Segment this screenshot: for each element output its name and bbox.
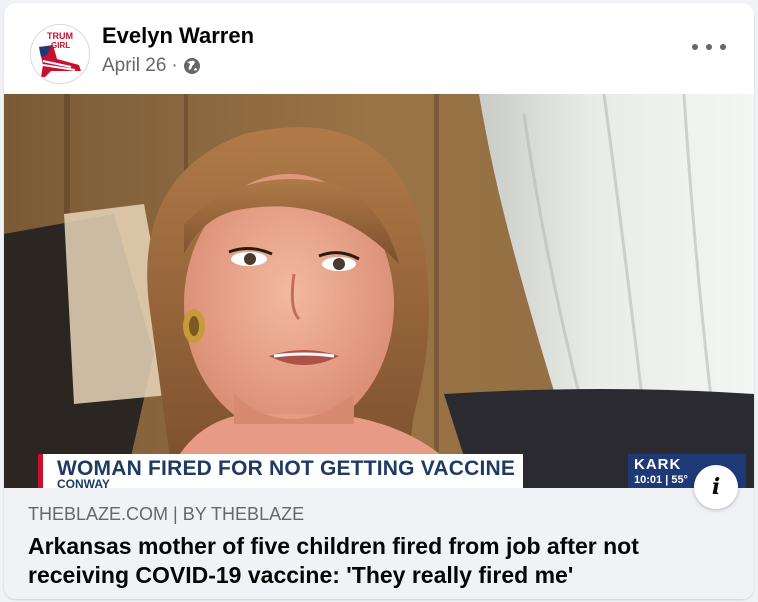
news-headline: WOMAN FIRED FOR NOT GETTING VACCINE [57, 457, 516, 480]
avatar-logo-icon: TRUM GIRL [31, 25, 89, 83]
post-header: TRUM GIRL Evelyn Warren April 26 · [4, 3, 754, 91]
link-title[interactable]: Arkansas mother of five children fired f… [28, 532, 728, 590]
video-thumbnail[interactable] [4, 94, 754, 488]
link-preview[interactable]: THEBLAZE.COM | BY THEBLAZE Arkansas moth… [4, 488, 754, 599]
post-meta: April 26 · [102, 55, 201, 77]
info-icon[interactable]: i [694, 465, 738, 509]
meta-separator: · [171, 55, 178, 76]
more-options-icon[interactable] [692, 37, 726, 57]
post-date[interactable]: April 26 [102, 55, 166, 77]
news-frame-image [4, 94, 754, 488]
avatar[interactable]: TRUM GIRL [30, 24, 90, 84]
author-name[interactable]: Evelyn Warren [102, 23, 254, 49]
news-lower-third: WOMAN FIRED FOR NOT GETTING VACCINE CONW… [38, 454, 523, 491]
station-name: KARK [634, 456, 682, 473]
globe-icon [183, 57, 201, 75]
link-source: THEBLAZE.COM | BY THEBLAZE [28, 504, 305, 524]
station-time: 10:01 | 55° [634, 474, 688, 486]
post-card: TRUM GIRL Evelyn Warren April 26 · WOMAN… [4, 3, 754, 599]
svg-text:TRUM: TRUM [47, 31, 73, 41]
